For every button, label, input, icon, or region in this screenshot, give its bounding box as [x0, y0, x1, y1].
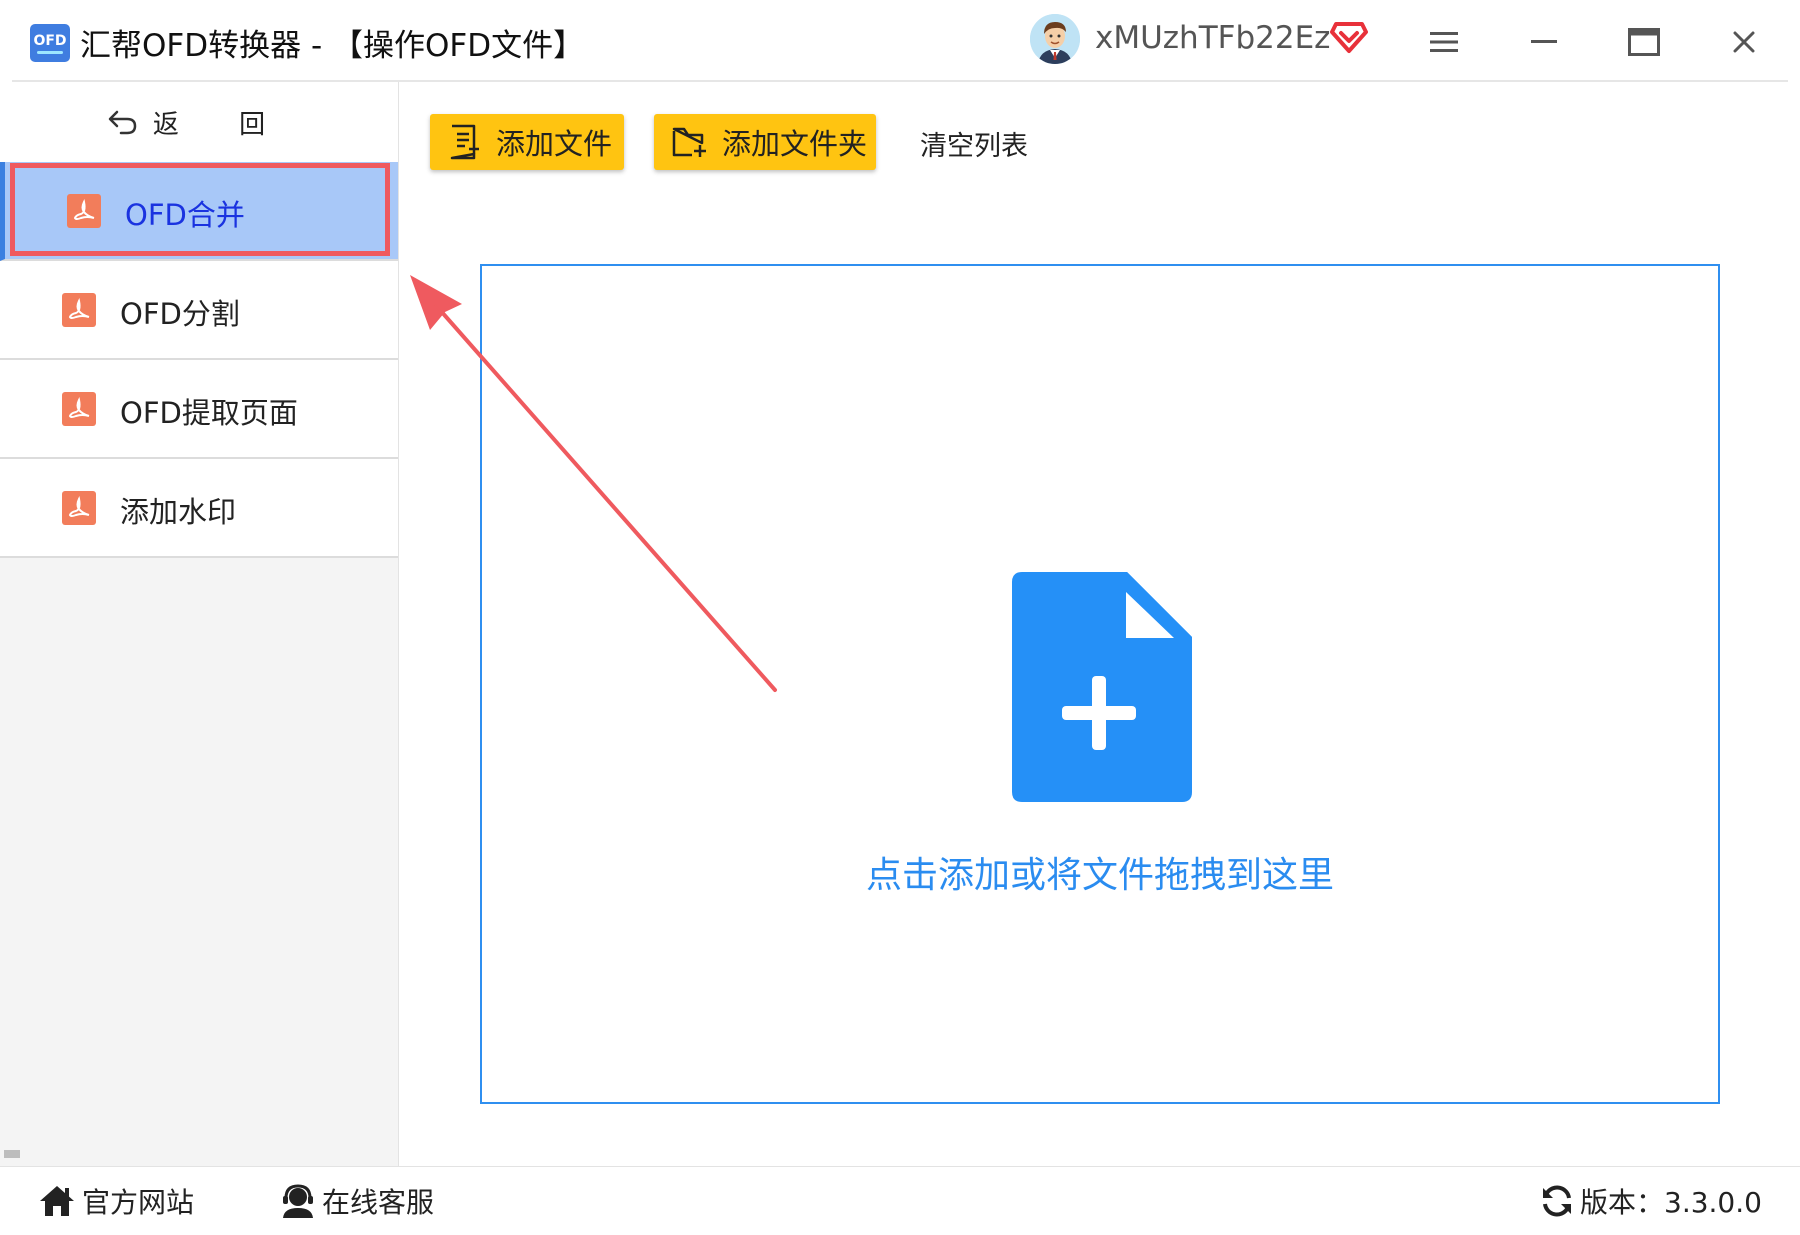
user-avatar[interactable] [1030, 14, 1080, 64]
vip-diamond-icon[interactable] [1330, 20, 1368, 54]
minimize-icon [1531, 40, 1557, 43]
maximize-icon [1628, 28, 1660, 56]
menu-button[interactable] [1422, 20, 1466, 64]
add-file-button[interactable]: 添加文件 [430, 114, 624, 170]
back-button[interactable]: 返 回 [0, 82, 398, 162]
pdf-icon [62, 491, 96, 525]
add-folder-label: 添加文件夹 [722, 127, 868, 161]
add-document-icon [1012, 572, 1192, 802]
add-folder-icon [672, 127, 706, 157]
status-bar: 官方网站 在线客服 版本：3.3.0.0 [0, 1166, 1800, 1235]
sidebar-item-label: OFD分割 [120, 297, 240, 331]
sidebar-item-label: 添加水印 [120, 495, 237, 529]
sidebar-item-label: OFD提取页面 [120, 396, 298, 430]
online-support-label: 在线客服 [322, 1186, 435, 1219]
home-icon [40, 1186, 74, 1216]
minimize-button[interactable] [1522, 20, 1566, 64]
annotation-highlight-box [10, 163, 390, 256]
sidebar-scroll-handle[interactable] [4, 1150, 20, 1158]
sidebar-item-ofd-split[interactable]: OFD分割 [0, 261, 398, 360]
version-label: 版本：3.3.0.0 [1580, 1186, 1762, 1219]
official-website-link[interactable]: 官方网站 [38, 1181, 194, 1221]
close-icon [1733, 31, 1755, 53]
customer-service-icon [283, 1184, 313, 1218]
add-file-label: 添加文件 [496, 127, 613, 161]
close-button[interactable] [1722, 20, 1766, 64]
version-info[interactable]: 版本：3.3.0.0 [1540, 1181, 1762, 1221]
drop-zone-hint: 点击添加或将文件拖拽到这里 [865, 855, 1334, 896]
username[interactable]: xMUzhTFb22Ez [1095, 20, 1330, 56]
official-website-label: 官方网站 [82, 1186, 195, 1219]
app-logo-icon: OFD [30, 24, 70, 62]
pdf-icon [62, 392, 96, 426]
back-arrow-icon [108, 110, 137, 135]
add-folder-button[interactable]: 添加文件夹 [654, 114, 876, 170]
sidebar-item-add-watermark[interactable]: 添加水印 [0, 459, 398, 558]
file-drop-zone[interactable]: 点击添加或将文件拖拽到这里 [480, 264, 1720, 1104]
clear-list-button[interactable]: 清空列表 [920, 124, 1028, 163]
refresh-icon [1543, 1185, 1571, 1217]
pdf-icon [62, 293, 96, 327]
sidebar-item-ofd-extract-pages[interactable]: OFD提取页面 [0, 360, 398, 459]
online-support-link[interactable]: 在线客服 [280, 1181, 434, 1221]
maximize-button[interactable] [1622, 20, 1666, 64]
hamburger-menu-icon [1430, 32, 1458, 52]
avatar-icon [1030, 14, 1080, 64]
add-file-icon [450, 124, 479, 160]
back-label: 返 回 [152, 109, 292, 140]
window-title: 汇帮OFD转换器 - 【操作OFD文件】 [80, 28, 585, 64]
title-bar: OFD 汇帮OFD转换器 - 【操作OFD文件】 xMUzhTFb22Ez [0, 0, 1800, 80]
